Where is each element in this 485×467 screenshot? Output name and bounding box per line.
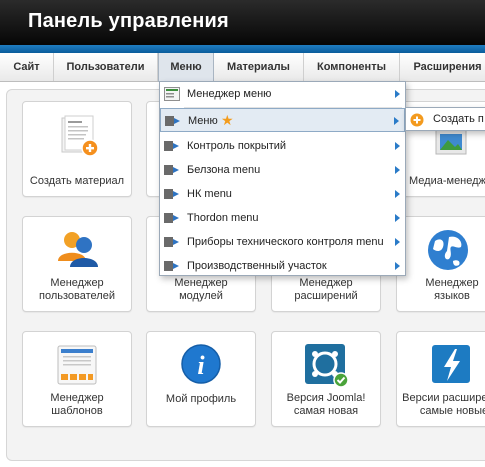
menu-manager-icon	[164, 87, 180, 101]
card-label: Менеджер модулей	[174, 277, 228, 302]
dropdown-item-label: Приборы технического контроля menu	[187, 236, 384, 248]
submenu-create-item[interactable]: Создать п	[405, 107, 485, 131]
chevron-right-icon	[395, 166, 400, 174]
dropdown-item-instruments-menu[interactable]: Приборы технического контроля menu	[160, 230, 405, 254]
card-language-manager[interactable]: Менеджер языков	[396, 216, 485, 312]
menu-site[interactable]: Сайт	[0, 53, 54, 81]
dropdown-item-thordon-menu[interactable]: Thordon menu	[160, 206, 405, 230]
dropdown-item-nk-menu[interactable]: НК menu	[160, 182, 405, 206]
menu-item-icon	[164, 141, 179, 151]
card-user-manager[interactable]: Менеджер пользователей	[22, 216, 132, 312]
svg-text:i: i	[197, 351, 205, 380]
menu-item-icon	[164, 261, 179, 271]
card-label: Мой профиль	[165, 393, 237, 405]
card-label: Менеджер расширений	[294, 277, 358, 302]
article-add-icon	[61, 115, 99, 157]
chevron-right-icon	[395, 142, 400, 150]
chevron-right-icon	[394, 117, 399, 125]
chevron-right-icon	[395, 238, 400, 246]
dropdown-item-label: Thordon menu	[187, 212, 259, 224]
menu-content[interactable]: Материалы	[214, 53, 304, 81]
page-title: Панель управления	[28, 10, 229, 32]
dropdown-item-coverage-control[interactable]: Контроль покрытий	[160, 134, 405, 158]
menu-menus[interactable]: Меню	[158, 53, 214, 82]
submenu-label: Создать п	[433, 113, 484, 125]
card-my-profile[interactable]: i Мой профиль	[146, 331, 256, 427]
card-template-manager[interactable]: Менеджер шаблонов	[22, 331, 132, 427]
admin-header: Панель управления	[0, 0, 485, 45]
menu-extensions[interactable]: Расширения	[400, 53, 485, 81]
menu-item-icon	[165, 116, 180, 126]
dropdown-item-production-site[interactable]: Производственный участок	[160, 254, 405, 278]
add-icon	[410, 113, 424, 127]
menu-users[interactable]: Пользователи	[54, 53, 158, 81]
menu-components[interactable]: Компоненты	[304, 53, 400, 81]
dropdown-item-label: Контроль покрытий	[187, 140, 287, 152]
card-label: Менеджер шаблонов	[50, 392, 104, 417]
card-joomla-version[interactable]: Версия Joomla! самая новая	[271, 331, 381, 427]
dropdown-item-label: Белзона menu	[187, 164, 261, 176]
dropdown-item-belzona-menu[interactable]: Белзона menu	[160, 158, 405, 182]
card-label: Медиа-менеджер	[409, 175, 485, 187]
globe-icon	[428, 230, 468, 270]
chevron-right-icon	[395, 262, 400, 270]
chevron-right-icon	[395, 190, 400, 198]
menu-item-icon	[164, 189, 179, 199]
card-label: Версия Joomla! самая новая	[286, 392, 366, 417]
header-accent-strip	[0, 45, 485, 53]
joomla-icon	[305, 344, 349, 388]
users-icon	[58, 232, 98, 267]
chevron-right-icon	[395, 90, 400, 98]
card-add-article[interactable]: Создать материал	[22, 101, 132, 197]
dropdown-item-label: Производственный участок	[187, 260, 327, 272]
menu-item-icon	[164, 213, 179, 223]
menu-item-icon	[164, 165, 179, 175]
star-icon: ★	[221, 112, 234, 128]
card-label: Менеджер языков	[425, 277, 479, 302]
dropdown-item-label: НК menu	[187, 188, 232, 200]
card-extension-updates[interactable]: Версии расширений самые новые	[396, 331, 485, 427]
info-icon: i	[181, 344, 221, 384]
menus-dropdown: Менеджер меню Меню ★ Контроль покрытий Б…	[159, 81, 406, 276]
dropdown-item-label: Меню	[188, 115, 218, 127]
lightning-icon	[432, 345, 470, 383]
chevron-right-icon	[395, 214, 400, 222]
main-menubar: Сайт Пользователи Меню Материалы Компоне…	[0, 53, 485, 82]
card-label: Менеджер пользователей	[39, 277, 115, 302]
dropdown-item-menu-manager[interactable]: Менеджер меню	[160, 82, 405, 106]
dropdown-item-main-menu[interactable]: Меню ★	[160, 108, 405, 132]
card-label: Версии расширений самые новые	[402, 392, 485, 417]
card-label: Создать материал	[29, 175, 125, 187]
dropdown-item-label: Менеджер меню	[187, 88, 272, 100]
template-icon	[57, 345, 97, 385]
menu-item-icon	[164, 237, 179, 247]
